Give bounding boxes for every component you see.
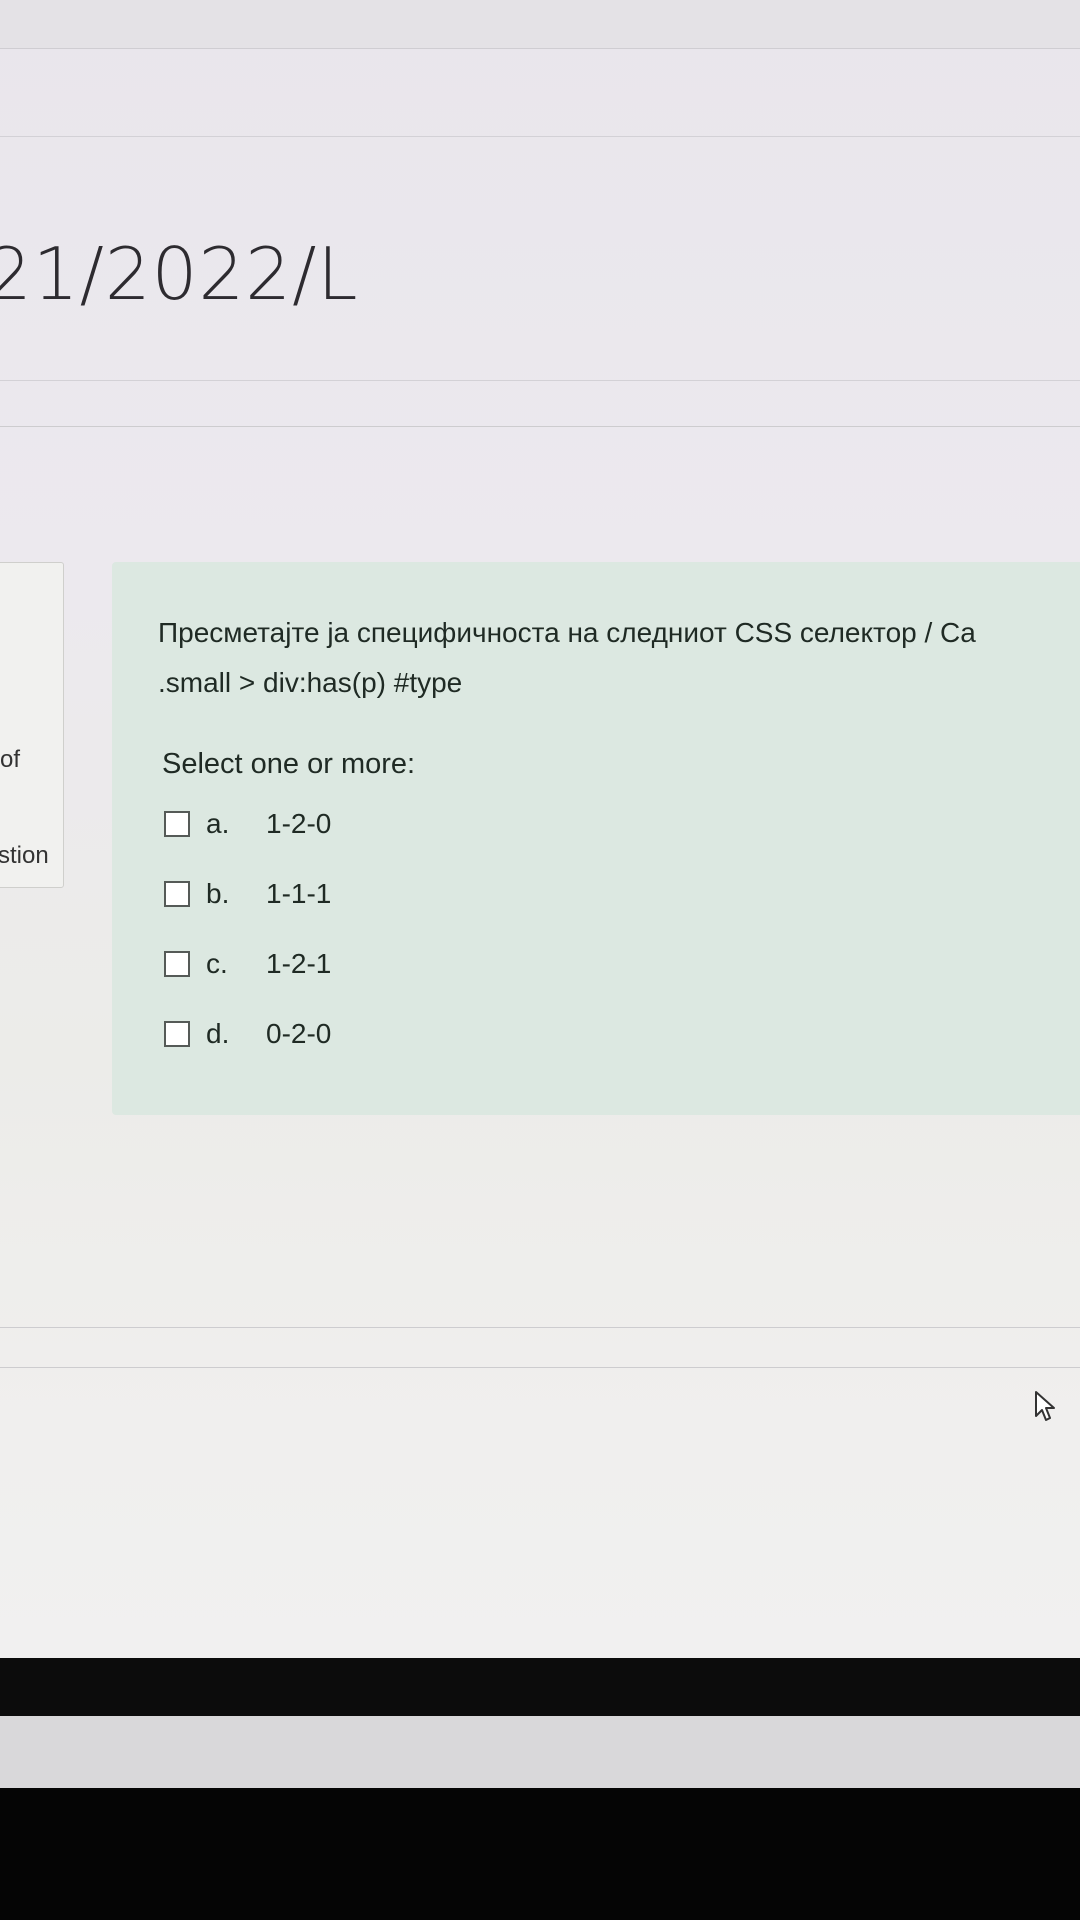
question-text-line2: .small > div:has(p) #type xyxy=(158,667,463,698)
answer-option-b[interactable]: b. 1-1-1 xyxy=(164,874,331,914)
option-text-c: 1-2-1 xyxy=(266,948,332,979)
question-text: Пресметајте ја специфичноста на следниот… xyxy=(158,608,976,708)
option-letter-c: c. xyxy=(206,948,228,979)
option-letter-d: d. xyxy=(206,1018,230,1049)
screen: 21/2022/L 3 of stion Пресметајте ја спец… xyxy=(0,0,1080,1920)
question-info-box xyxy=(0,562,64,888)
screen-bezel xyxy=(0,1658,1080,1716)
option-text-a: 1-2-0 xyxy=(266,808,332,839)
question-info-line2: stion xyxy=(0,842,49,869)
option-letter-a: a. xyxy=(206,808,230,839)
browser-top-bar xyxy=(0,0,1080,49)
monitor-base xyxy=(0,1788,1080,1920)
option-text-d: 0-2-0 xyxy=(266,1018,332,1049)
answer-option-c[interactable]: c. 1-2-1 xyxy=(164,944,331,984)
select-prompt: Select one or more: xyxy=(162,748,416,780)
question-content-box: Пресметајте ја специфичноста на следниот… xyxy=(112,562,1080,1115)
option-letter-b: b. xyxy=(206,878,230,909)
option-text-b: 1-1-1 xyxy=(266,878,332,909)
question-info-line1: of xyxy=(0,746,21,773)
checkbox-a[interactable] xyxy=(164,811,190,837)
checkbox-d[interactable] xyxy=(164,1021,190,1047)
mouse-pointer-icon xyxy=(1034,1390,1060,1429)
checkbox-b[interactable] xyxy=(164,881,190,907)
monitor-frame xyxy=(0,1716,1080,1788)
checkbox-c[interactable] xyxy=(164,951,190,977)
footer-divider-2 xyxy=(0,1367,1080,1368)
footer-divider-1 xyxy=(0,1327,1080,1328)
answer-option-a[interactable]: a. 1-2-0 xyxy=(164,804,331,844)
question-text-line1: Пресметајте ја специфичноста на следниот… xyxy=(158,617,976,648)
answer-option-d[interactable]: d. 0-2-0 xyxy=(164,1014,331,1054)
header-divider xyxy=(0,426,1080,427)
course-title: 21/2022/L xyxy=(0,232,359,316)
